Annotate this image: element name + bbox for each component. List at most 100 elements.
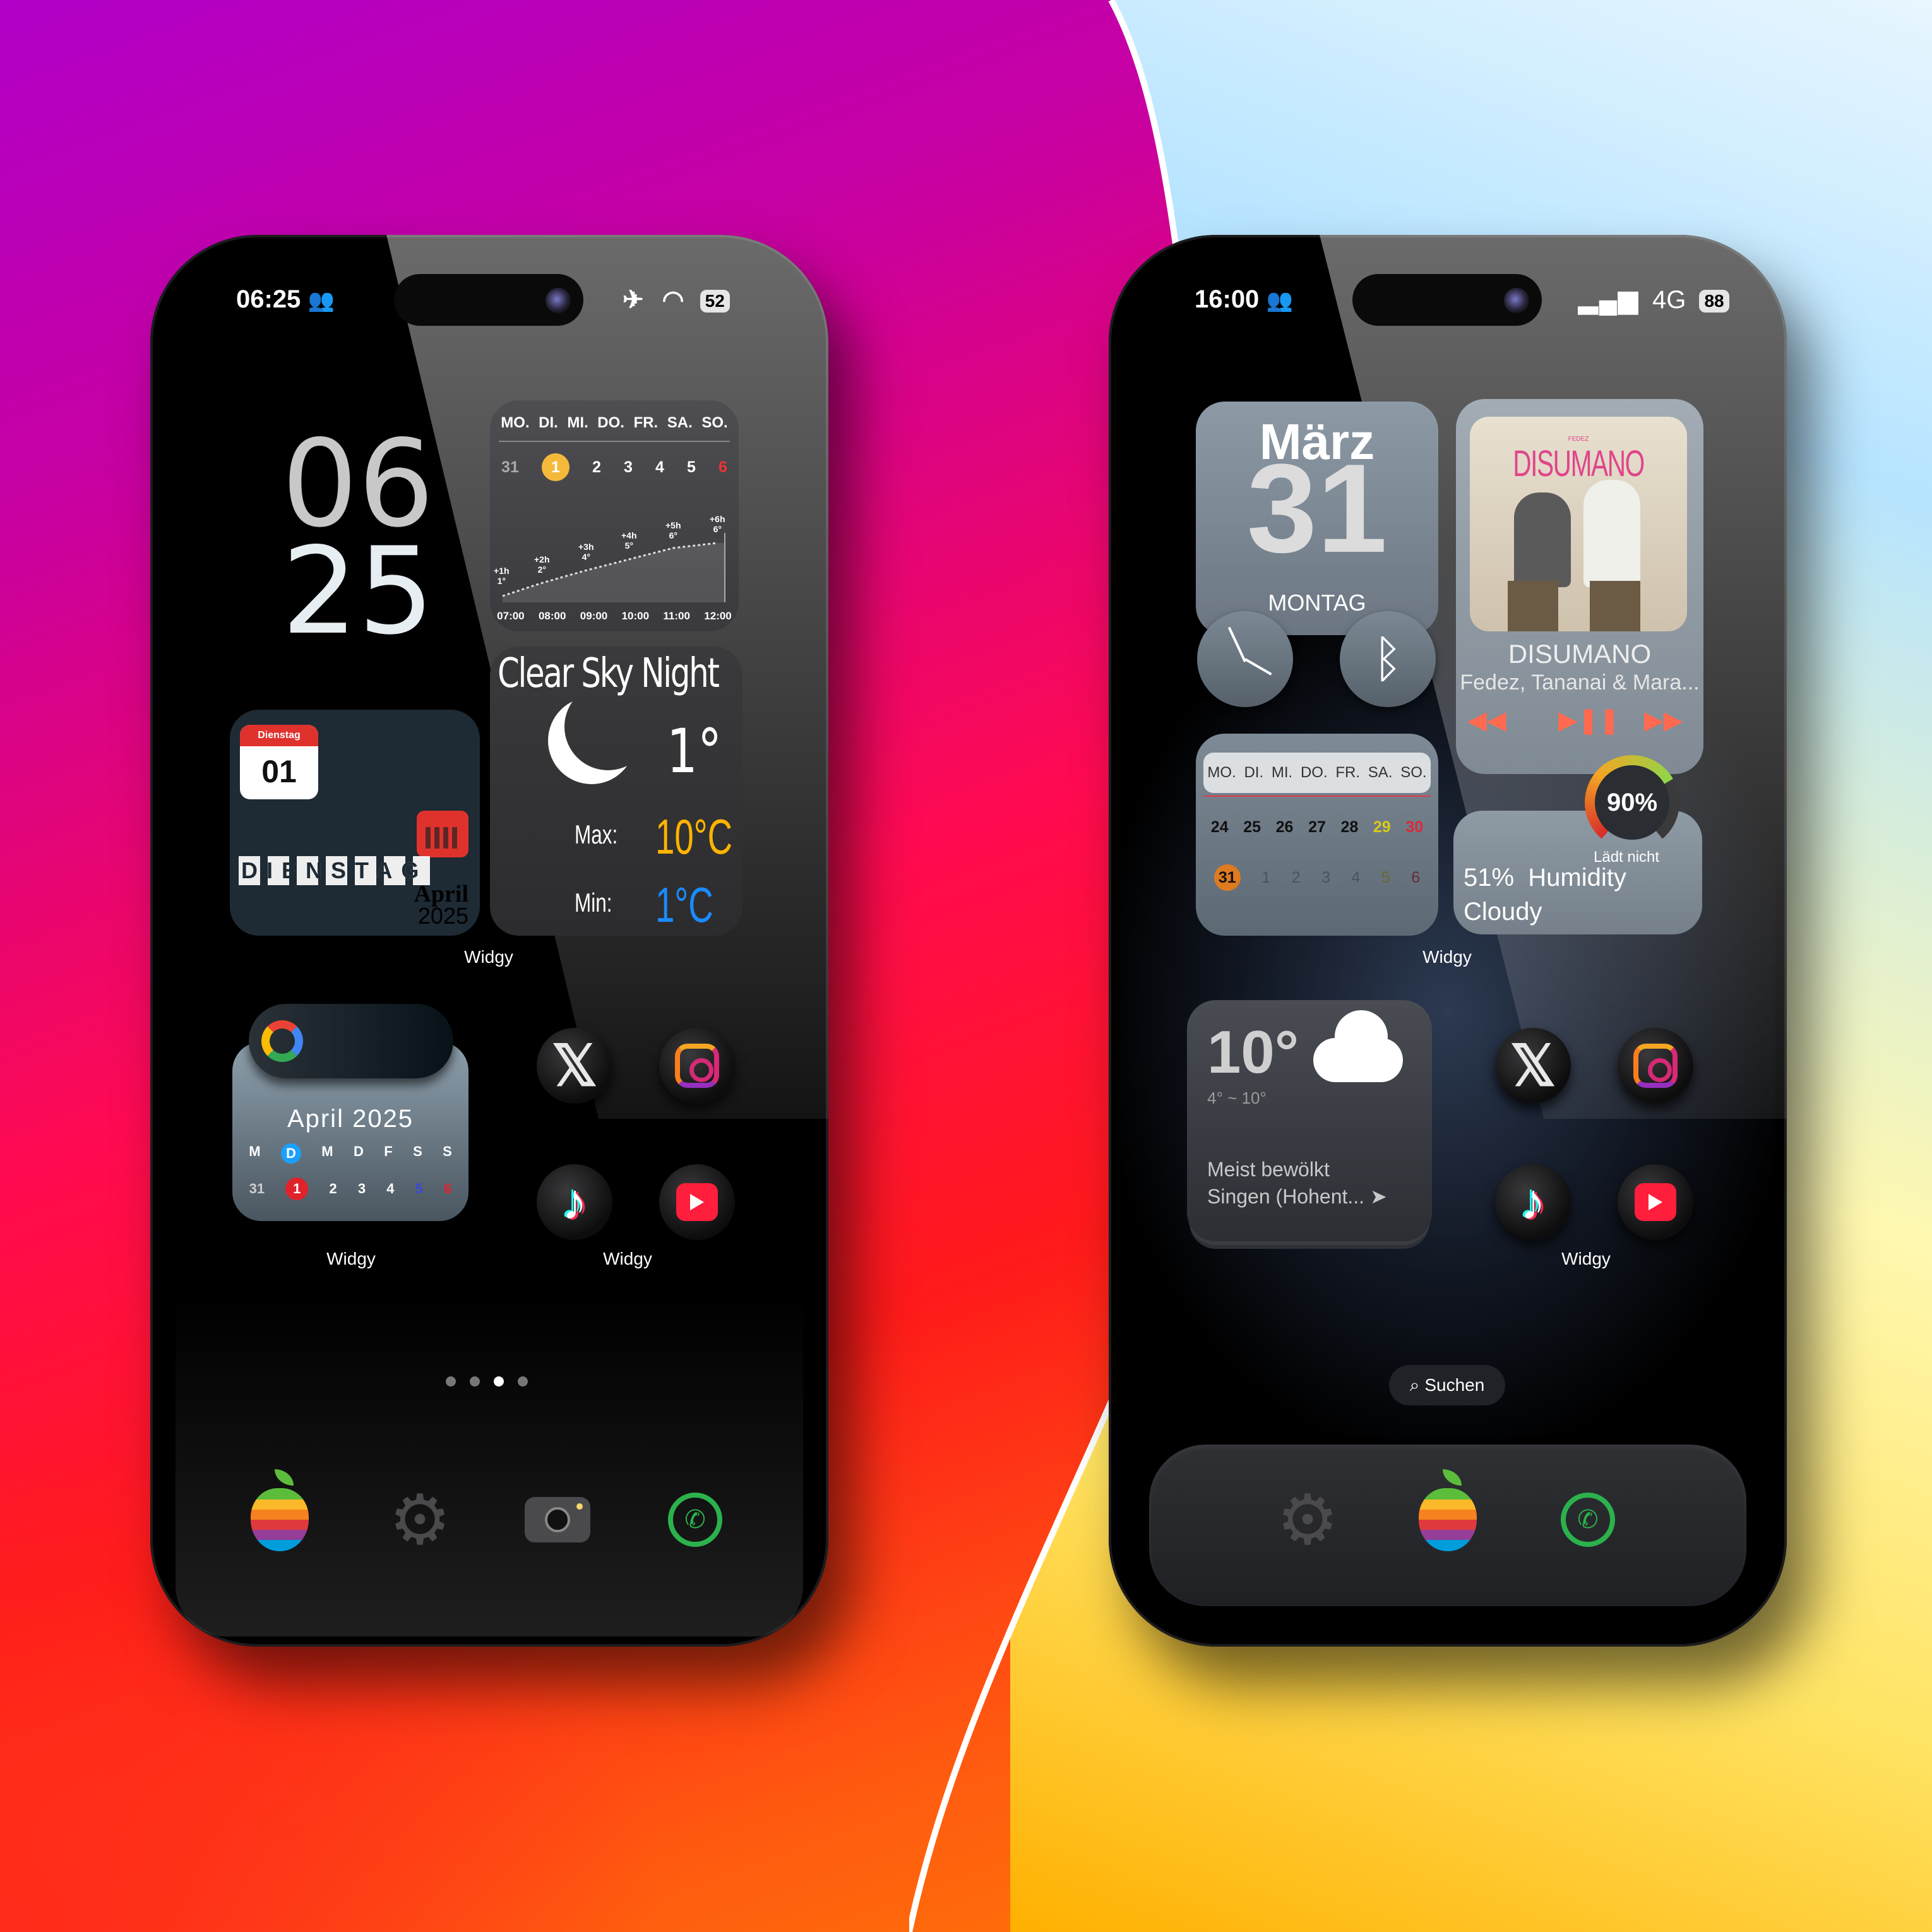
- page-dot[interactable]: [470, 1376, 480, 1386]
- camera-icon: [546, 288, 571, 313]
- date-cell: 6: [444, 1181, 452, 1196]
- condition-text: Cloudy: [1464, 898, 1542, 926]
- forecast-line-chart: [502, 533, 725, 602]
- hourly-forecast-widget[interactable]: MO. DI. MI. DO. FR. SA. SO. 31 1 2 3 4 5…: [490, 400, 739, 631]
- youtube-music-app-icon[interactable]: [1618, 1164, 1693, 1240]
- forecast-point: +6h 6°: [710, 514, 725, 534]
- bluetooth-icon[interactable]: ᛒ: [1340, 611, 1436, 707]
- forward-button[interactable]: ▶▶: [1644, 706, 1683, 735]
- date-cell: 26: [1275, 818, 1294, 836]
- google-search-pill[interactable]: [249, 1004, 453, 1078]
- big-clock: 06 25: [282, 424, 434, 652]
- max-value: 10°C: [655, 809, 732, 864]
- rewind-button[interactable]: ◀◀: [1467, 706, 1506, 735]
- min-label: Min:: [575, 888, 612, 917]
- cellular-signal-icon: ▂▄▆: [1578, 286, 1639, 314]
- day-header: MI.: [1271, 764, 1293, 781]
- x-app-icon[interactable]: 𝕏: [537, 1028, 612, 1104]
- instagram-app-icon[interactable]: [659, 1028, 735, 1104]
- humidity-text: 51% Humidity: [1464, 864, 1626, 891]
- google-icon: [261, 1020, 303, 1062]
- weather-widget[interactable]: Clear Sky Night 1° Max: 10°C Min: 1°C: [490, 647, 742, 936]
- cloud-icon: [1313, 1010, 1403, 1082]
- instagram-app-icon[interactable]: [1618, 1028, 1693, 1104]
- week-calendar-widget[interactable]: MO. DI. MI. DO. FR. SA. SO. 24 25 26 27 …: [1196, 734, 1438, 936]
- day-header: MO.: [501, 414, 530, 431]
- tiktok-app-icon[interactable]: ♪: [1495, 1164, 1571, 1240]
- max-label: Max:: [575, 820, 618, 849]
- settings-gear-icon[interactable]: ⚙: [1273, 1481, 1342, 1559]
- wifi-icon: ◠: [662, 286, 684, 314]
- weather-location: Singen (Hohent... ➤: [1207, 1185, 1387, 1208]
- date-widget[interactable]: Dienstag 01 DIENSTAG April 2025: [230, 710, 480, 936]
- date-cell: 4: [655, 458, 664, 476]
- date-cell: 2: [1291, 868, 1301, 886]
- battery-indicator: 52: [700, 290, 730, 313]
- page-dot[interactable]: [518, 1376, 528, 1386]
- album-artist-text: FEDEZ: [1568, 436, 1589, 443]
- widget-label: Widgy: [1422, 947, 1472, 967]
- day-header: SA.: [667, 414, 693, 431]
- settings-gear-icon[interactable]: ⚙: [385, 1481, 455, 1559]
- camera-app-icon[interactable]: [523, 1485, 592, 1554]
- day-header: MO.: [1207, 764, 1236, 781]
- battery-indicator: 88: [1699, 290, 1729, 313]
- divider: [499, 441, 730, 442]
- whatsapp-app-icon[interactable]: ✆: [1553, 1485, 1623, 1554]
- page-dot[interactable]: [446, 1376, 456, 1386]
- date-cell: 1: [1261, 868, 1271, 886]
- forecast-point: +5h 6°: [665, 520, 681, 540]
- day-header: S: [443, 1143, 452, 1159]
- date-cell: 30: [1405, 818, 1424, 836]
- battery-gauge-status: Lädt nicht: [1594, 849, 1660, 866]
- day-header: DO.: [597, 414, 624, 431]
- month-calendar-title: April 2025: [287, 1105, 414, 1133]
- status-bar-left: 16:00 👥: [1195, 285, 1293, 314]
- apple-logo-icon[interactable]: [245, 1469, 314, 1554]
- play-pause-button[interactable]: ▶❚❚: [1558, 706, 1620, 735]
- tiktok-app-icon[interactable]: ♪: [537, 1164, 612, 1240]
- day-header: MI.: [567, 414, 588, 431]
- album-cover: FEDEZ DISUMANO: [1470, 417, 1687, 631]
- page-dot-active[interactable]: [494, 1376, 504, 1386]
- date-cell: 2: [592, 458, 601, 476]
- min-value: 1°C: [655, 877, 713, 933]
- analog-clock-icon[interactable]: [1197, 611, 1293, 707]
- date-cell: 6: [1411, 868, 1421, 886]
- date-cell: 4: [386, 1181, 395, 1196]
- shared-people-icon: 👥: [1266, 289, 1293, 313]
- divider: [1203, 796, 1431, 797]
- forecast-time-axis: 07:00 08:00 09:00 10:00 11:00 12:00: [497, 610, 732, 622]
- weather-description: Meist bewölkt: [1207, 1158, 1330, 1181]
- temp-range: 4° ~ 10°: [1207, 1088, 1267, 1107]
- date-cell: 5: [415, 1181, 423, 1196]
- day-header: SO.: [1400, 764, 1427, 781]
- date-cell: 5: [687, 458, 696, 476]
- weather-temp: 10°: [1207, 1018, 1299, 1086]
- battery-gauge-value: 90%: [1606, 788, 1658, 816]
- status-time: 06:25: [236, 285, 301, 313]
- current-temp: 1°: [667, 716, 722, 787]
- search-icon: ⌕: [1409, 1374, 1420, 1395]
- music-widget[interactable]: FEDEZ DISUMANO DISUMANO Fedez, Tananai &…: [1456, 399, 1703, 774]
- x-app-icon[interactable]: 𝕏: [1495, 1028, 1571, 1104]
- day-header: FR.: [1335, 764, 1361, 781]
- date-cell: 6: [719, 458, 727, 476]
- youtube-music-app-icon[interactable]: [659, 1164, 735, 1240]
- forecast-point: +1h 1°: [494, 566, 510, 586]
- date-widget[interactable]: März 31 MONTAG: [1196, 402, 1438, 635]
- apple-logo-icon[interactable]: [1413, 1469, 1482, 1554]
- date-cell: 3: [1321, 868, 1330, 886]
- page-indicator[interactable]: [446, 1376, 528, 1386]
- day-header: DO.: [1300, 764, 1328, 781]
- search-button[interactable]: ⌕ Suchen: [1389, 1365, 1505, 1405]
- date-cell: 27: [1308, 818, 1326, 836]
- calendar-page-icon: Dienstag 01: [240, 725, 318, 799]
- day-header: FR.: [633, 414, 659, 431]
- shared-people-icon: 👥: [307, 289, 335, 313]
- date-cell: 25: [1243, 818, 1261, 836]
- date-cell-today: 1: [541, 453, 569, 481]
- status-time: 16:00: [1195, 285, 1260, 313]
- weather-widget[interactable]: 10° 4° ~ 10° Meist bewölkt Singen (Hohen…: [1187, 1000, 1432, 1241]
- whatsapp-app-icon[interactable]: ✆: [660, 1485, 730, 1554]
